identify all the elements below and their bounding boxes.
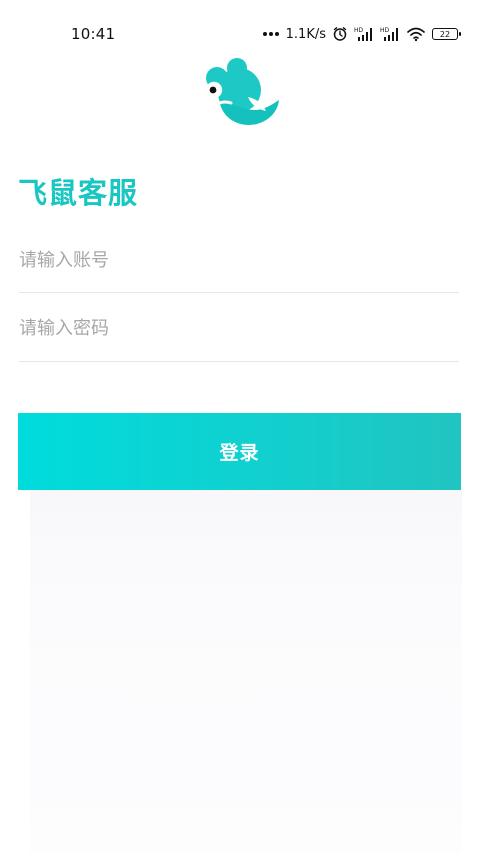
password-divider bbox=[19, 361, 459, 362]
button-shadow bbox=[30, 490, 462, 853]
login-button[interactable]: 登录 bbox=[18, 413, 461, 490]
alarm-clock-icon bbox=[333, 27, 347, 41]
network-speed: 1.1K/s bbox=[285, 26, 326, 42]
password-input[interactable] bbox=[19, 308, 459, 348]
more-dots-icon bbox=[262, 32, 279, 36]
flying-mouse-logo-icon bbox=[205, 58, 279, 125]
battery-level: 22 bbox=[439, 29, 451, 39]
status-icons: 1.1K/s HD HD 22 bbox=[262, 24, 461, 44]
svg-text:HD: HD bbox=[354, 27, 364, 34]
account-input[interactable] bbox=[19, 240, 459, 280]
account-divider bbox=[19, 292, 459, 293]
battery-icon: 22 bbox=[432, 28, 461, 40]
app-title: 飞鼠客服 bbox=[18, 176, 139, 210]
hd-signal-icon: HD bbox=[354, 27, 372, 41]
hd-signal-icon: HD bbox=[380, 27, 398, 41]
svg-text:HD: HD bbox=[380, 27, 390, 34]
wifi-icon bbox=[407, 27, 425, 42]
status-time: 10:41 bbox=[71, 25, 116, 43]
status-bar: 10:41 1.1K/s HD HD 22 bbox=[0, 0, 480, 64]
